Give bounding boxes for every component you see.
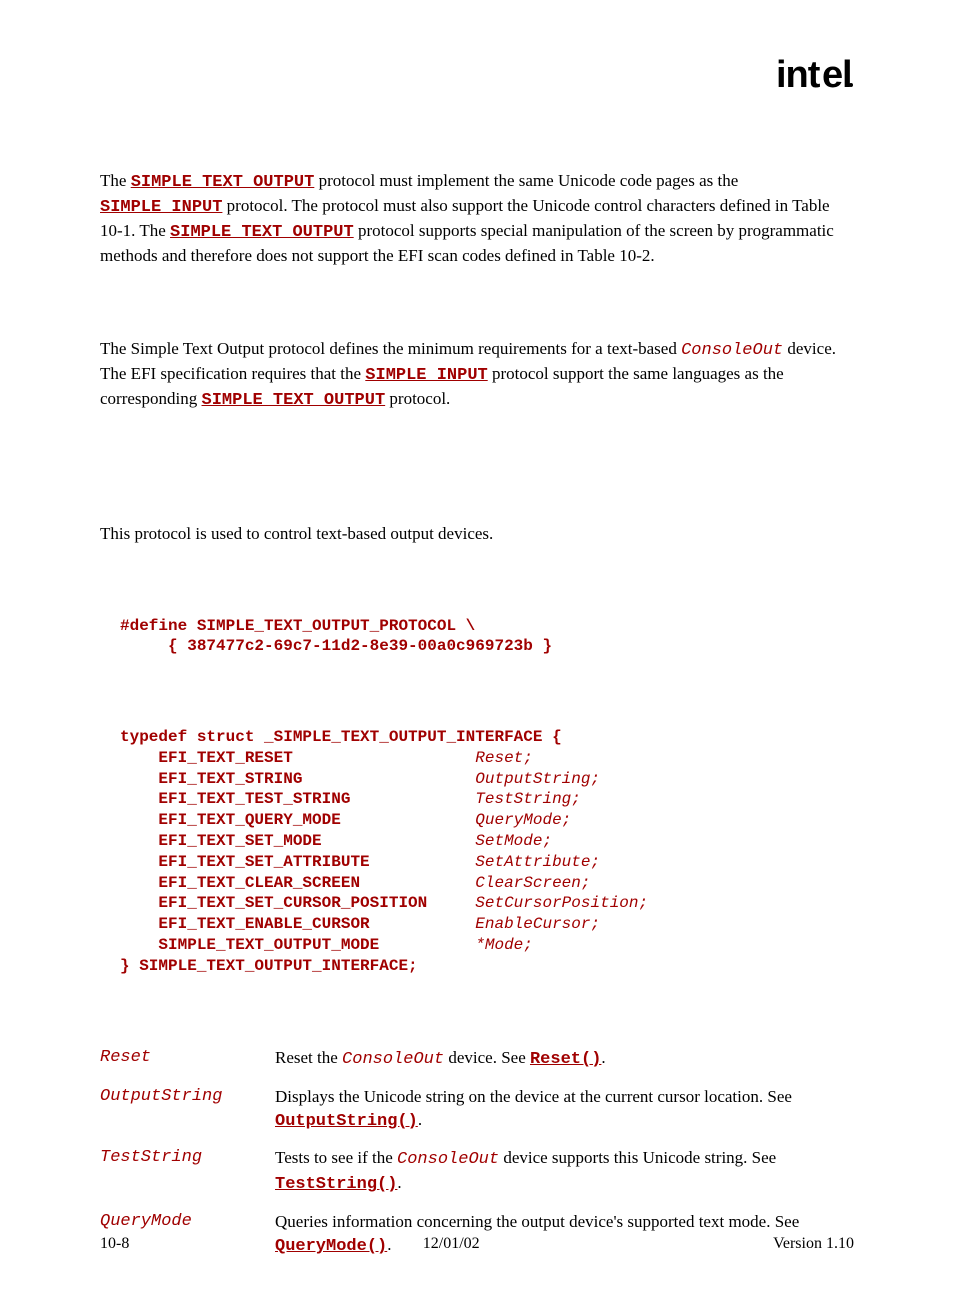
page-footer: 10-8 12/01/02 Version 1.10: [100, 1235, 854, 1253]
struct-definition: typedef struct _SIMPLE_TEXT_OUTPUT_INTER…: [120, 727, 854, 977]
param-row: TestStringTests to see if the ConsoleOut…: [100, 1147, 854, 1197]
svg-text:int: int: [776, 55, 821, 95]
intel-logo: int e l: [776, 55, 854, 105]
page-content: The SIMPLE_TEXT_OUTPUT protocol must imp…: [100, 170, 854, 1259]
param-name: TestString: [100, 1147, 275, 1197]
parameters-table: ResetReset the ConsoleOut device. See Re…: [100, 1047, 854, 1260]
param-row: ResetReset the ConsoleOut device. See Re…: [100, 1047, 854, 1072]
param-name: OutputString: [100, 1086, 275, 1134]
param-description: Tests to see if the ConsoleOut device su…: [275, 1147, 854, 1197]
footer-date: 12/01/02: [423, 1235, 480, 1253]
param-description: Reset the ConsoleOut device. See Reset()…: [275, 1047, 854, 1072]
paragraph-1: The SIMPLE_TEXT_OUTPUT protocol must imp…: [100, 170, 854, 268]
footer-page-number: 10-8: [100, 1235, 129, 1253]
param-name: Reset: [100, 1047, 275, 1072]
svg-text:e: e: [822, 55, 842, 95]
paragraph-3: This protocol is used to control text-ba…: [100, 523, 854, 546]
document-page: int e l The SIMPLE_TEXT_OUTPUT protocol …: [0, 0, 954, 1313]
paragraph-2: The Simple Text Output protocol defines …: [100, 338, 854, 413]
guid-definition: #define SIMPLE_TEXT_OUTPUT_PROTOCOL \ { …: [120, 616, 854, 658]
footer-version: Version 1.10: [773, 1235, 854, 1253]
param-description: Displays the Unicode string on the devic…: [275, 1086, 854, 1134]
svg-text:l: l: [842, 55, 852, 95]
param-row: OutputStringDisplays the Unicode string …: [100, 1086, 854, 1134]
